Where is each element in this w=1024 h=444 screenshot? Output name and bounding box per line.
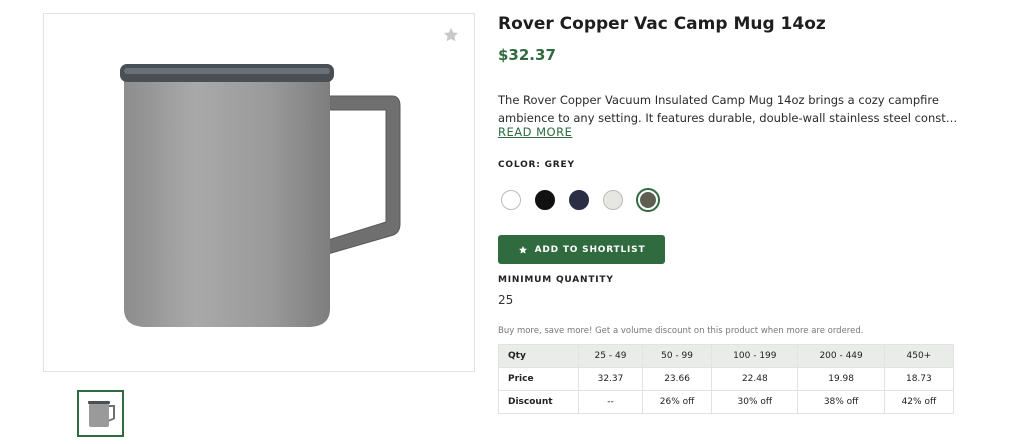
table-cell: 25 - 49 <box>578 344 643 368</box>
description-line: The Rover Copper Vacuum Insulated Camp M… <box>498 93 939 107</box>
favorite-star-icon[interactable] <box>442 26 460 44</box>
table-cell: 23.66 <box>641 367 713 391</box>
swatch-black[interactable] <box>535 190 555 210</box>
table-cell: Discount <box>498 390 579 414</box>
read-more-link[interactable]: READ MORE <box>498 125 572 139</box>
color-swatches <box>498 188 668 212</box>
product-description: The Rover Copper Vacuum Insulated Camp M… <box>498 91 958 127</box>
pricing-table: Qty 25 - 49 50 - 99 100 - 199 200 - 449 … <box>498 344 955 414</box>
table-cell: -- <box>578 390 643 414</box>
table-cell: 200 - 449 <box>797 344 885 368</box>
product-title: Rover Copper Vac Camp Mug 14oz <box>498 14 826 34</box>
table-cell: 26% off <box>641 390 713 414</box>
table-cell: 18.73 <box>883 367 955 391</box>
mug-image <box>120 64 401 327</box>
minimum-quantity-label: MINIMUM QUANTITY <box>498 275 614 285</box>
table-cell: 100 - 199 <box>711 344 799 368</box>
swatch-grey-fill <box>640 192 656 208</box>
main-product-image <box>43 13 475 372</box>
swatch-grey-selected[interactable] <box>636 188 660 212</box>
table-cell: Qty <box>498 344 579 368</box>
table-cell: 22.48 <box>711 367 799 391</box>
table-row: Discount -- 26% off 30% off 38% off 42% … <box>498 390 955 414</box>
mug-thumbnail-image <box>87 400 115 427</box>
volume-discount-note: Buy more, save more! Get a volume discou… <box>498 326 864 336</box>
swatch-navy[interactable] <box>569 190 589 210</box>
product-thumbnail[interactable] <box>77 390 124 437</box>
swatch-white[interactable] <box>501 190 521 210</box>
swatch-light-grey[interactable] <box>603 190 623 210</box>
star-icon <box>518 245 527 254</box>
table-row: Price 32.37 23.66 22.48 19.98 18.73 <box>498 367 955 391</box>
color-label: COLOR: GREY <box>498 160 575 170</box>
add-to-shortlist-button[interactable]: ADD TO SHORTLIST <box>498 235 665 264</box>
product-price: $32.37 <box>498 46 556 64</box>
table-cell: 32.37 <box>578 367 643 391</box>
shortlist-label: ADD TO SHORTLIST <box>534 244 646 255</box>
table-cell: 50 - 99 <box>641 344 713 368</box>
table-cell: 19.98 <box>797 367 885 391</box>
table-cell: 450+ <box>883 344 955 368</box>
table-cell: 38% off <box>797 390 885 414</box>
table-cell: Price <box>498 367 579 391</box>
table-cell: 42% off <box>883 390 955 414</box>
minimum-quantity-value: 25 <box>498 293 514 307</box>
table-row: Qty 25 - 49 50 - 99 100 - 199 200 - 449 … <box>498 344 955 368</box>
table-cell: 30% off <box>711 390 799 414</box>
